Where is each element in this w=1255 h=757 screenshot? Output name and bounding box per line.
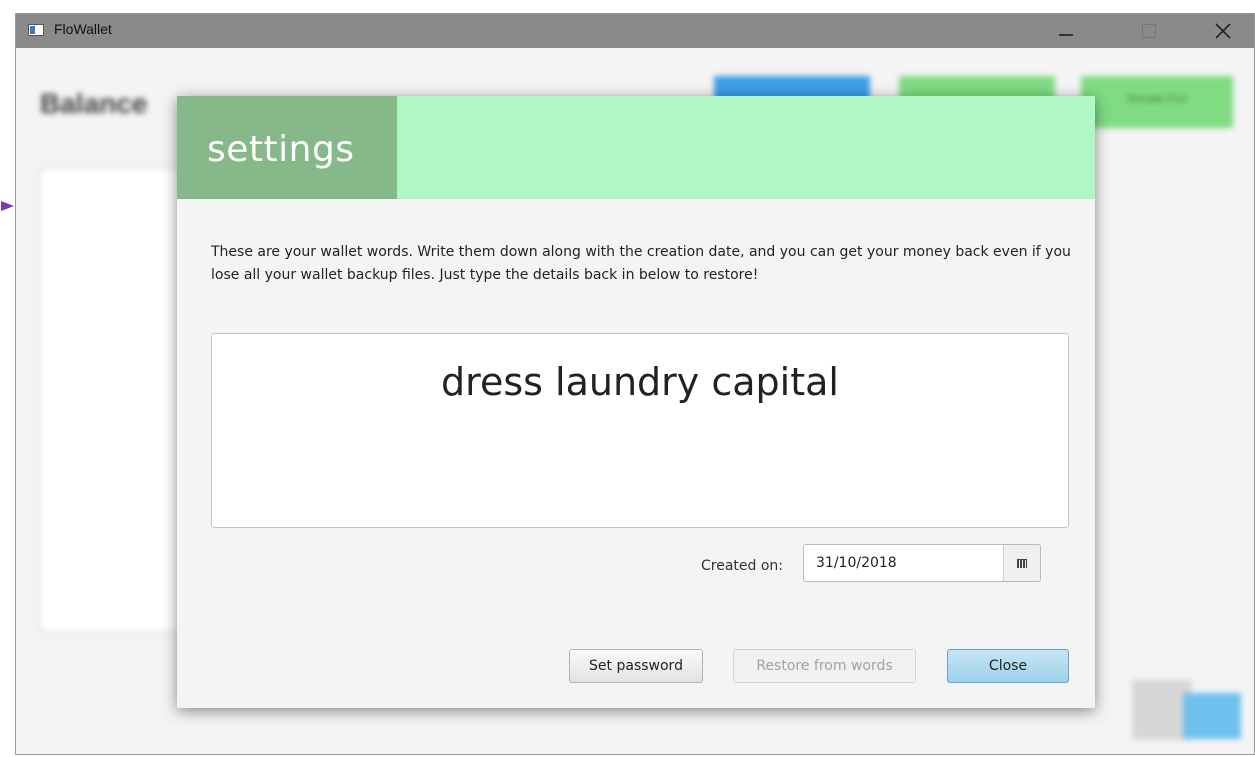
dialog-title-box: settings <box>177 96 397 199</box>
maximize-icon <box>1142 24 1156 38</box>
created-on-label: Created on: <box>700 558 783 574</box>
created-date-picker[interactable]: 31/10/2018 <box>803 544 1041 582</box>
wallet-words-description: These are your wallet words. Write them … <box>211 244 1071 283</box>
minimize-button[interactable] <box>1045 14 1091 48</box>
wallet-words-text: dress laundry capital <box>441 360 839 404</box>
arrow-icon <box>1 201 14 211</box>
maximize-button[interactable] <box>1131 14 1177 48</box>
close-icon <box>1215 23 1231 39</box>
close-window-button[interactable] <box>1199 14 1245 48</box>
title-bar[interactable]: FloWallet <box>16 14 1254 48</box>
calendar-icon <box>1017 559 1027 568</box>
window-title: FloWallet <box>54 21 112 37</box>
bg-blue-button <box>1183 693 1241 739</box>
calendar-button[interactable] <box>1003 545 1040 581</box>
dialog-header: settings <box>177 96 1095 199</box>
restore-from-words-button[interactable]: Restore from words <box>733 649 916 683</box>
created-date-value[interactable]: 31/10/2018 <box>816 555 897 571</box>
balance-label: Balance <box>40 88 148 119</box>
set-password-button[interactable]: Set password <box>569 649 703 683</box>
app-icon <box>28 24 44 36</box>
donate-button: Donate FLO <box>1081 76 1233 128</box>
transactions-panel <box>40 168 182 632</box>
minimize-icon <box>1059 34 1073 36</box>
wallet-words-field[interactable]: dress laundry capital <box>211 333 1069 528</box>
settings-dialog: settings These are your wallet words. Wr… <box>177 96 1095 708</box>
dialog-title: settings <box>207 129 355 170</box>
donate-button-label: Donate FLO <box>1127 94 1187 105</box>
close-button[interactable]: Close <box>947 649 1069 683</box>
